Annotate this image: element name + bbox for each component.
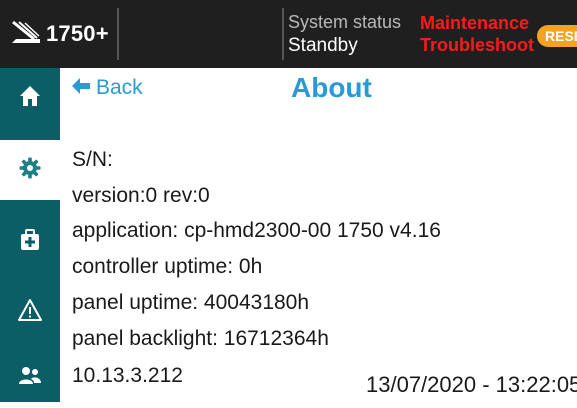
logo-icon <box>10 19 42 50</box>
about-screen: 1750+ System status Standby Maintenance … <box>0 0 577 402</box>
info-ip-address: 10.13.3.212 <box>72 364 183 387</box>
info-serial-number: S/N: <box>72 148 113 171</box>
sidebar-item-home[interactable] <box>0 68 60 128</box>
top-bar: 1750+ System status Standby Maintenance … <box>0 0 577 68</box>
info-panel-uptime: panel uptime: 40043180h <box>72 291 310 314</box>
header-divider <box>117 8 119 60</box>
back-button[interactable]: Back <box>72 76 143 100</box>
alert-messages: Maintenance Troubleshoot <box>420 12 534 56</box>
info-application: application: cp-hmd2300-00 1750 v4.16 <box>72 219 441 242</box>
header-divider <box>282 8 284 60</box>
sidebar-item-medical[interactable] <box>0 212 60 272</box>
alert-troubleshoot: Troubleshoot <box>420 35 534 55</box>
users-icon <box>18 364 42 393</box>
arrow-left-icon <box>72 76 90 100</box>
system-status-value: Standby <box>288 35 358 56</box>
medical-kit-icon <box>18 228 42 257</box>
sidebar-item-alerts[interactable] <box>0 282 60 342</box>
alert-maintenance: Maintenance <box>420 13 530 33</box>
sidebar-item-settings[interactable] <box>0 140 60 200</box>
sidebar <box>0 68 60 402</box>
info-version: version:0 rev:0 <box>72 184 210 207</box>
model-indicator: 1750+ <box>10 18 109 50</box>
system-status-label: System status <box>288 12 402 32</box>
info-panel-backlight: panel backlight: 16712364h <box>72 327 329 350</box>
info-controller-uptime: controller uptime: 0h <box>72 255 263 278</box>
sidebar-item-users[interactable] <box>0 348 60 408</box>
main-content: Back About S/N: version:0 rev:0 applicat… <box>60 68 577 402</box>
reset-button[interactable]: RESET <box>537 25 577 47</box>
warning-icon <box>18 298 42 327</box>
back-label: Back <box>96 76 143 99</box>
page-title: About <box>291 72 372 103</box>
model-label: 1750+ <box>46 21 109 46</box>
datetime-display: 13/07/2020 - 13:22:05 <box>366 372 577 397</box>
gear-icon <box>18 156 42 185</box>
home-icon <box>18 84 42 113</box>
system-status: System status Standby <box>288 10 401 58</box>
